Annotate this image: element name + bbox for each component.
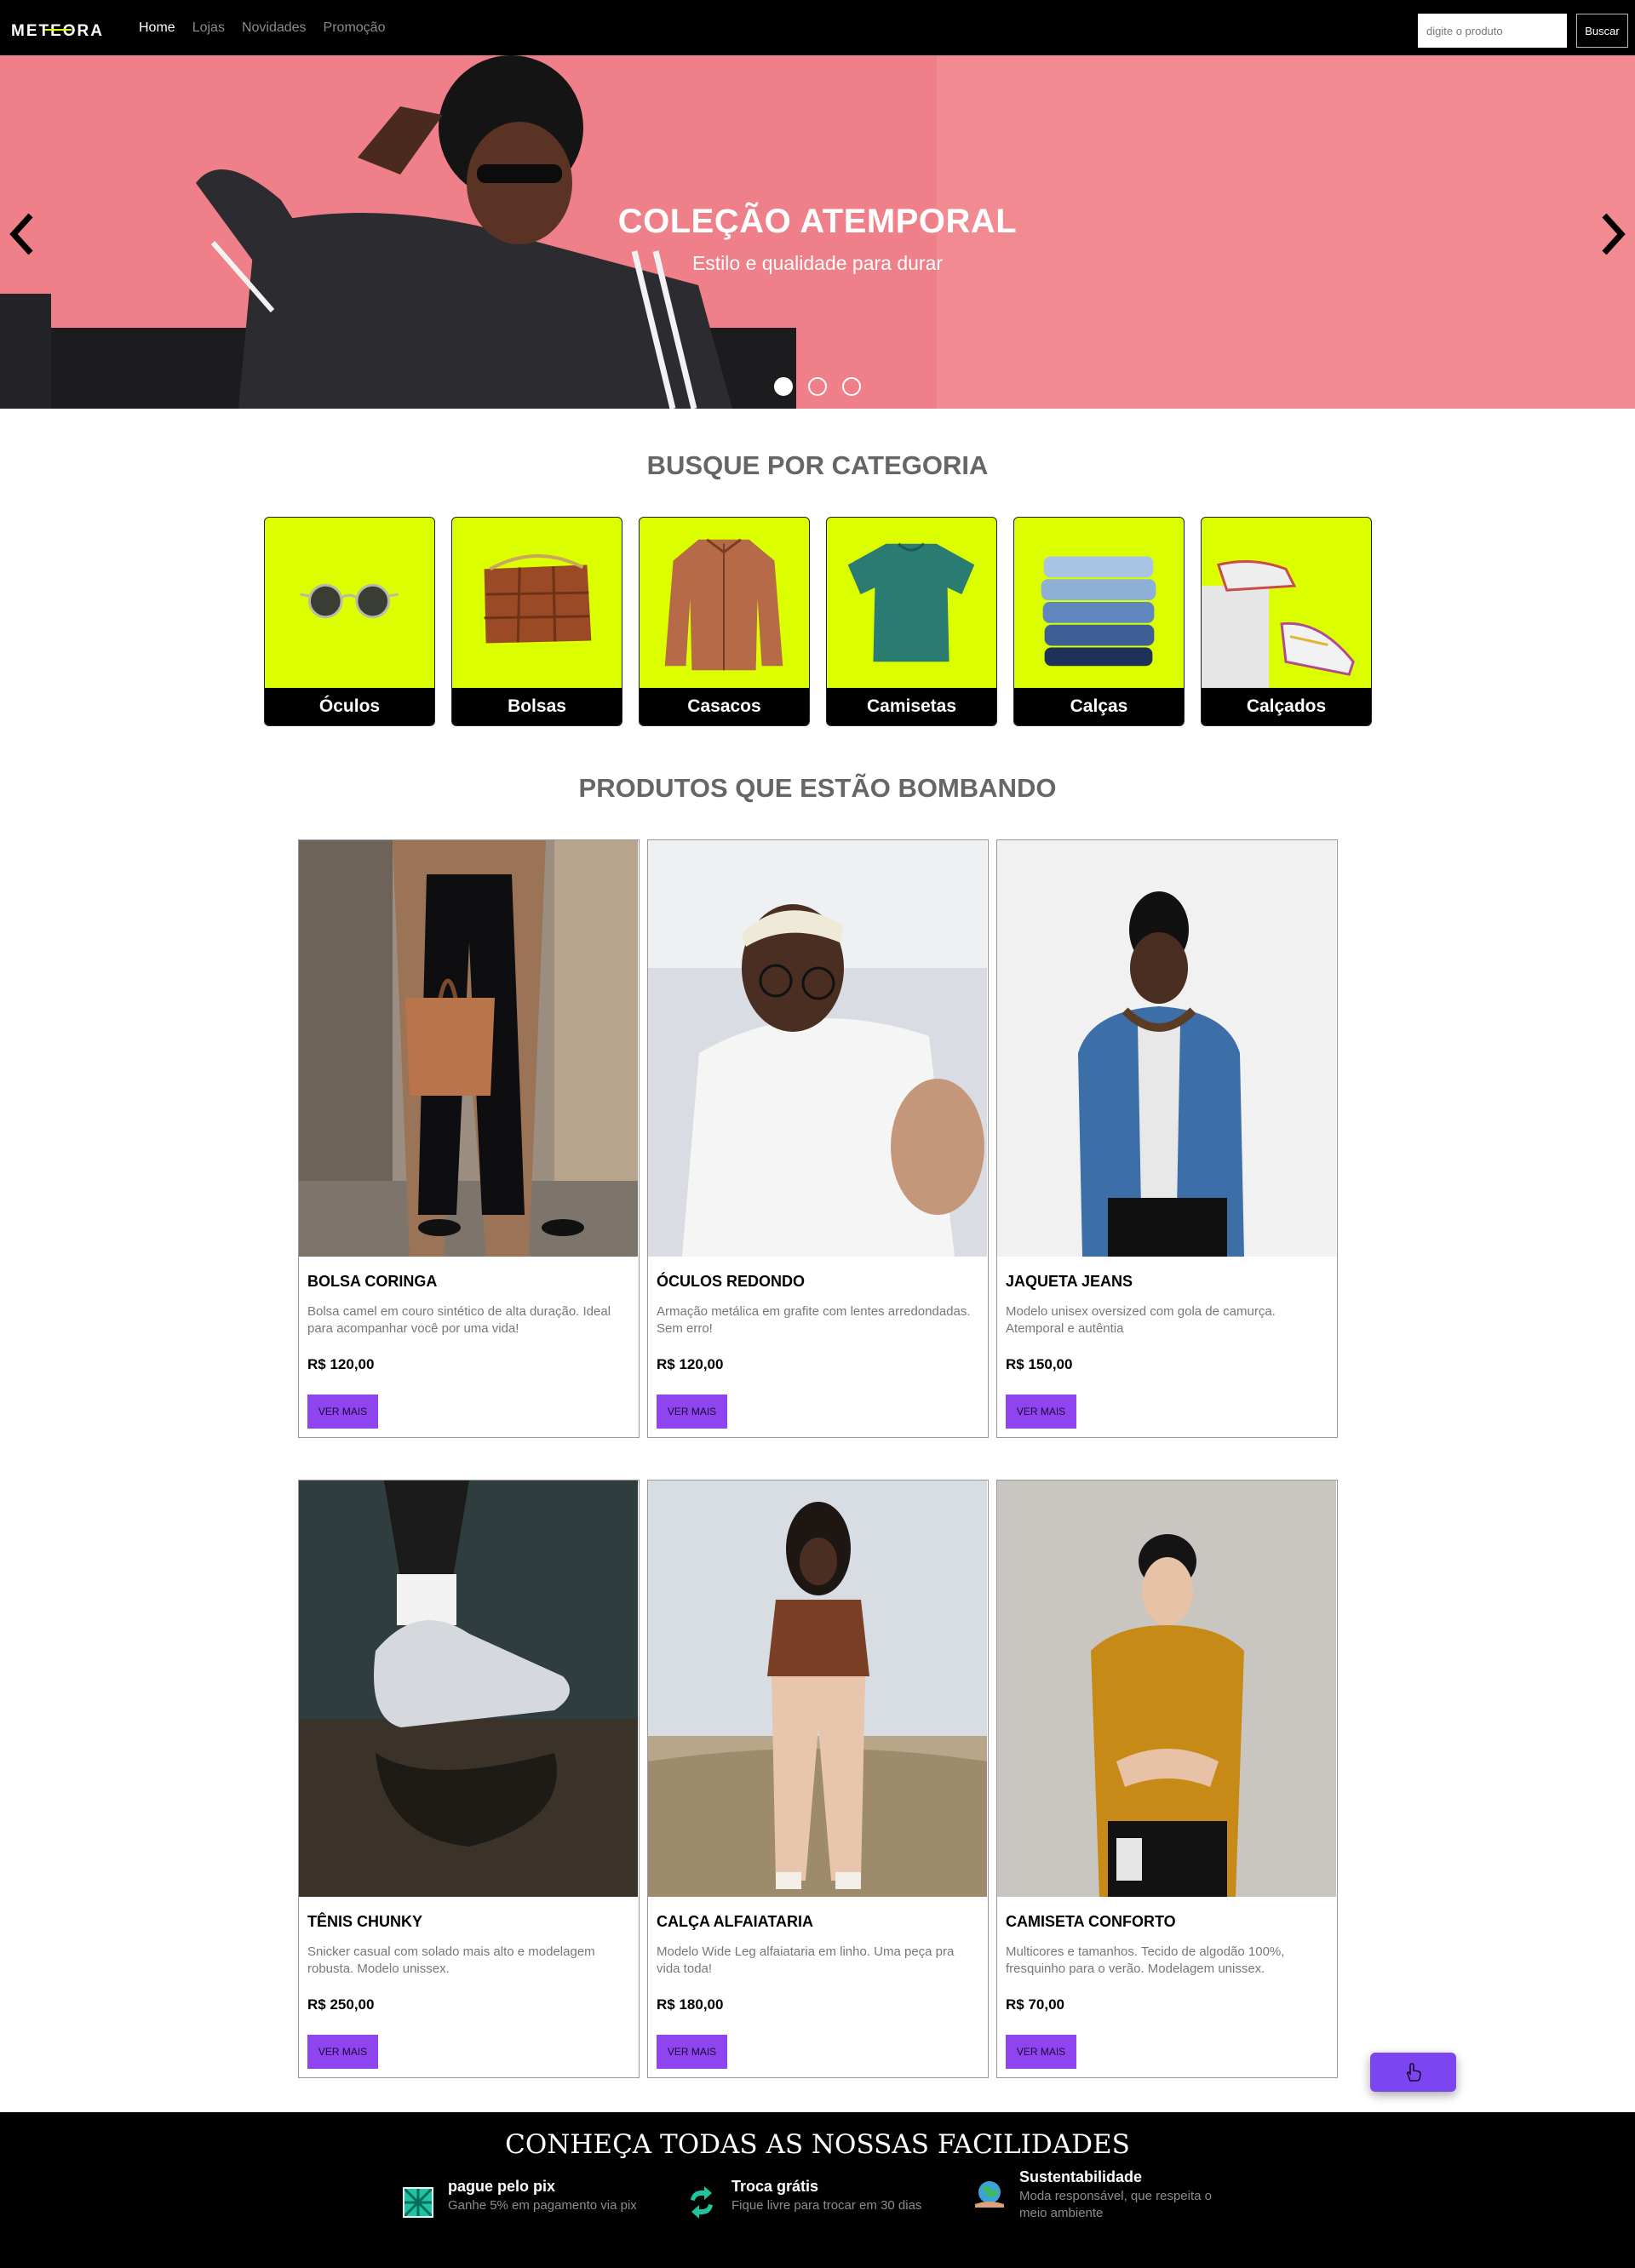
- carousel-indicators: [774, 377, 861, 396]
- hero-subtitle: Estilo e qualidade para durar: [691, 252, 944, 274]
- product-card: CALÇA ALFAIATARIA Modelo Wide Leg alfaia…: [647, 1480, 989, 2078]
- hero-title: COLEÇÃO ATEMPORAL: [617, 203, 1018, 240]
- category-label: Bolsas: [452, 688, 622, 725]
- product-price: R$ 70,00: [1006, 1996, 1064, 2013]
- product-name: CALÇA ALFAIATARIA: [657, 1913, 813, 1930]
- navbar: METEORA Home Lojas Novidades Promoção Bu…: [0, 0, 1635, 55]
- category-label: Óculos: [265, 688, 434, 725]
- product-name: CAMISETA CONFORTO: [1006, 1913, 1176, 1930]
- handbag-icon: [484, 554, 592, 644]
- product-price: R$ 150,00: [1006, 1356, 1073, 1372]
- search-button[interactable]: Buscar: [1576, 14, 1628, 48]
- feature-pix: pague pelo pix Ganhe 5% em pagamento via…: [400, 2178, 637, 2220]
- tshirt-icon: [847, 542, 975, 662]
- ver-mais-button[interactable]: VER MAIS: [1006, 2035, 1076, 2069]
- product-image[interactable]: [299, 1480, 638, 1897]
- sunglasses-icon: [300, 583, 399, 619]
- sneakers-icon: [1202, 560, 1355, 688]
- categories-title: BUSQUE POR CATEGORIA: [646, 450, 989, 480]
- nav-link-novidades[interactable]: Novidades: [242, 20, 307, 36]
- category-calcas[interactable]: Calças: [1013, 517, 1185, 726]
- ver-mais-button[interactable]: VER MAIS: [307, 1395, 378, 1429]
- logo[interactable]: METEORA: [11, 20, 119, 40]
- products-title: PRODUTOS QUE ESTÃO BOMBANDO: [578, 773, 1057, 803]
- product-price: R$ 250,00: [307, 1996, 375, 2013]
- svg-text:METEORA: METEORA: [11, 22, 104, 40]
- footer: CONHEÇA TODAS AS NOSSAS FACILIDADES pagu…: [0, 2112, 1635, 2268]
- carousel-prev-arrow-icon[interactable]: [5, 209, 39, 260]
- footer-title: CONHEÇA TODAS AS NOSSAS FACILIDADES: [505, 2129, 1130, 2160]
- hand-pointer-icon: [1406, 2063, 1421, 2082]
- feature-title: Sustentabilidade: [1019, 2168, 1143, 2185]
- product-description: Bolsa camel em couro sintético de alta d…: [307, 1304, 611, 1336]
- main-nav: Home Lojas Novidades Promoção: [139, 20, 385, 36]
- feature-exchange: Troca grátis Fique livre para trocar em …: [684, 2178, 921, 2220]
- feature-sustainability: Sustentabilidade Moda responsável, que r…: [972, 2168, 1232, 2222]
- category-casacos[interactable]: Casacos: [639, 517, 810, 726]
- product-card: JAQUETA JEANS Modelo unisex oversized co…: [996, 839, 1338, 1438]
- product-image[interactable]: [648, 840, 987, 1257]
- product-card: TÊNIS CHUNKY Snicker casual com solado m…: [298, 1480, 640, 2078]
- category-calcados[interactable]: Calçados: [1201, 517, 1372, 726]
- nav-link-home[interactable]: Home: [139, 20, 175, 36]
- nav-link-lojas[interactable]: Lojas: [192, 20, 225, 36]
- product-price: R$ 120,00: [657, 1356, 724, 1372]
- feature-text: Moda responsável, que respeita o meio am…: [1019, 2189, 1212, 2220]
- product-image[interactable]: [299, 840, 638, 1257]
- carousel-dot-1[interactable]: [774, 377, 793, 396]
- sustainability-icon: [975, 2181, 1004, 2208]
- hero-carousel: COLEÇÃO ATEMPORAL Estilo e qualidade par…: [0, 55, 1635, 409]
- product-image[interactable]: [997, 840, 1336, 1257]
- feature-text: Ganhe 5% em pagamento via pix: [448, 2198, 637, 2213]
- ver-mais-button[interactable]: VER MAIS: [307, 2035, 378, 2069]
- product-description: Multicores e tamanhos. Tecido de algodão…: [1006, 1944, 1285, 1976]
- carousel-dot-2[interactable]: [808, 377, 827, 396]
- category-bolsas[interactable]: Bolsas: [451, 517, 622, 726]
- ver-mais-button[interactable]: VER MAIS: [657, 2035, 727, 2069]
- carousel-dot-3[interactable]: [842, 377, 861, 396]
- product-name: TÊNIS CHUNKY: [307, 1913, 423, 1930]
- product-card: ÓCULOS REDONDO Armação metálica em grafi…: [647, 839, 989, 1438]
- product-name: JAQUETA JEANS: [1006, 1273, 1133, 1290]
- category-oculos[interactable]: Óculos: [264, 517, 435, 726]
- exchange-icon: [691, 2186, 713, 2219]
- category-camisetas[interactable]: Camisetas: [826, 517, 997, 726]
- product-description: Modelo unisex oversized com gola de camu…: [1006, 1304, 1276, 1336]
- pix-icon: [402, 2186, 434, 2219]
- category-label: Camisetas: [827, 688, 996, 725]
- feature-text: Fique livre para trocar em 30 dias: [731, 2198, 922, 2213]
- ver-mais-button[interactable]: VER MAIS: [1006, 1395, 1076, 1429]
- feature-title: pague pelo pix: [448, 2178, 556, 2195]
- product-description: Modelo Wide Leg alfaiataria em linho. Um…: [657, 1944, 955, 1976]
- product-name: BOLSA CORINGA: [307, 1273, 438, 1290]
- feature-title: Troca grátis: [731, 2178, 819, 2195]
- product-price: R$ 180,00: [657, 1996, 724, 2013]
- category-label: Calças: [1014, 688, 1184, 725]
- product-card: CAMISETA CONFORTO Multicores e tamanhos.…: [996, 1480, 1338, 2078]
- floating-action-button[interactable]: [1370, 2053, 1456, 2092]
- product-image[interactable]: [648, 1480, 987, 1897]
- search-input[interactable]: [1418, 14, 1567, 48]
- product-image[interactable]: [997, 1480, 1336, 1897]
- ver-mais-button[interactable]: VER MAIS: [657, 1395, 727, 1429]
- nav-link-promocao[interactable]: Promoção: [324, 20, 386, 36]
- product-name: ÓCULOS REDONDO: [657, 1273, 806, 1290]
- category-label: Calçados: [1202, 688, 1371, 725]
- carousel-next-arrow-icon[interactable]: [1596, 209, 1630, 260]
- product-description: Snicker casual com solado mais alto e mo…: [307, 1944, 595, 1976]
- product-price: R$ 120,00: [307, 1356, 375, 1372]
- pants-stack-icon: [1041, 556, 1156, 667]
- category-label: Casacos: [640, 688, 809, 725]
- product-description: Armação metálica em grafite com lentes a…: [657, 1304, 971, 1336]
- product-card: BOLSA CORINGA Bolsa camel em couro sinté…: [298, 839, 640, 1438]
- jacket-icon: [664, 538, 783, 671]
